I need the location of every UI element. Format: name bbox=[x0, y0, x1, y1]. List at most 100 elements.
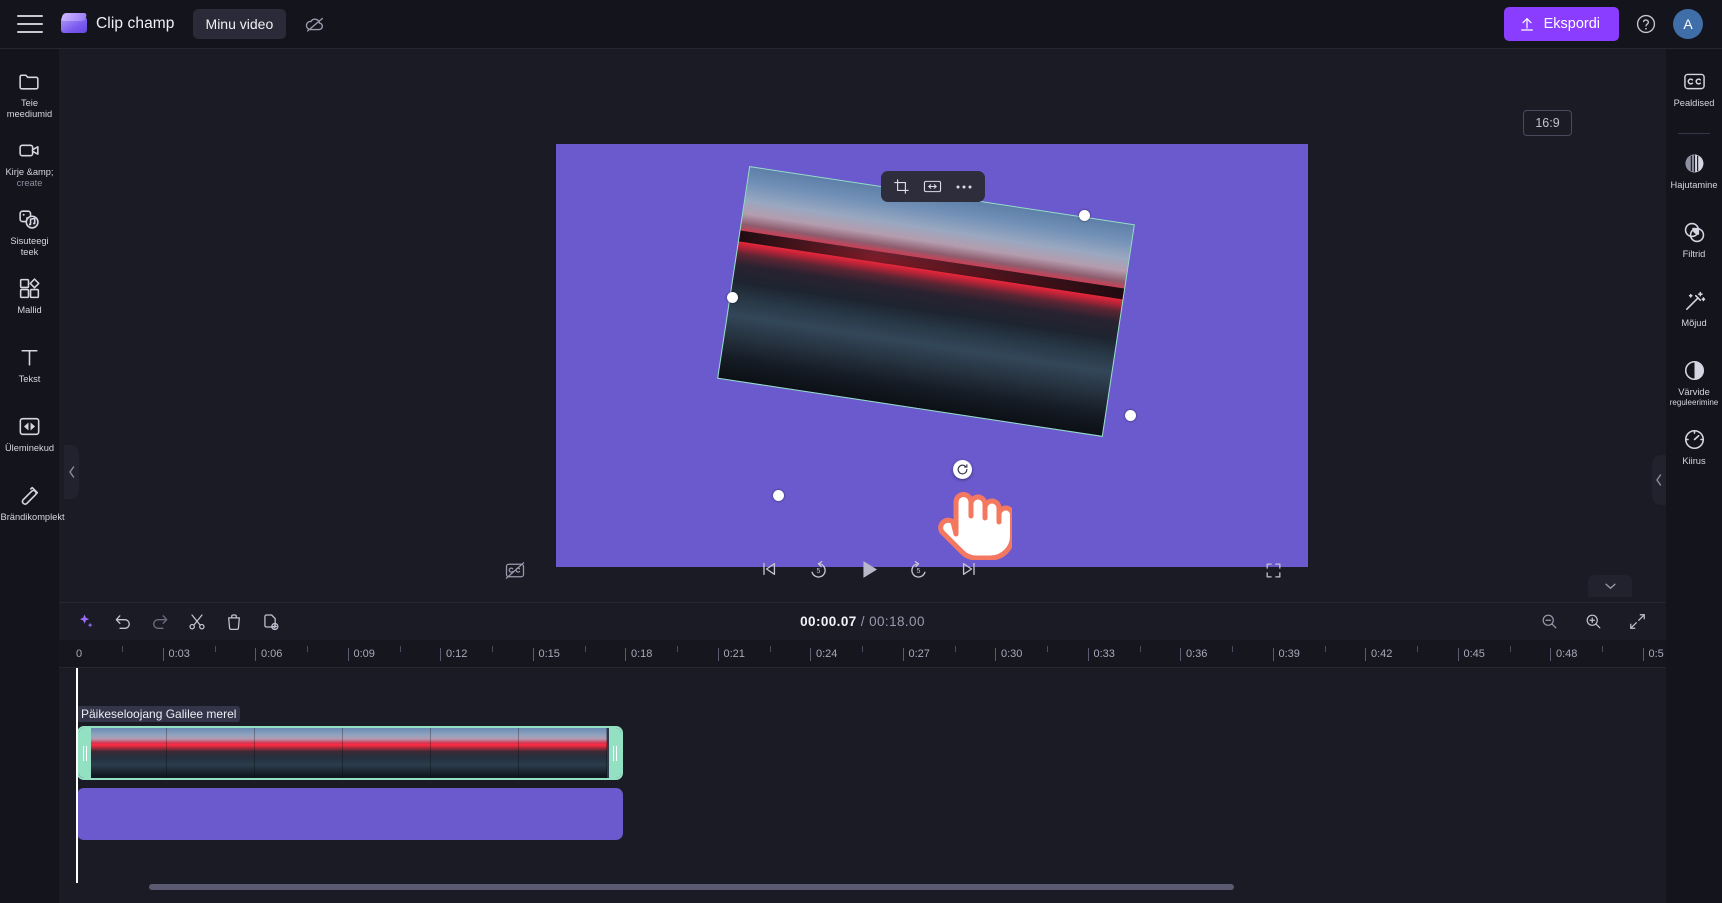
ruler-tick: 0:03 bbox=[162, 648, 190, 661]
help-button[interactable] bbox=[1633, 11, 1659, 37]
rotate-handle[interactable] bbox=[953, 460, 972, 479]
playback-controls: 5 5 bbox=[755, 555, 983, 583]
skip-to-start-icon bbox=[762, 562, 775, 576]
rewind-5-seconds-button[interactable]: 5 bbox=[805, 555, 833, 583]
timeline-toolbar: 00:00.07 / 00:18.00 bbox=[59, 602, 1666, 640]
sunset-photo bbox=[717, 166, 1135, 437]
clip-thumbnail bbox=[79, 728, 167, 778]
sidebar-item-record-create[interactable]: Kirje &amp; create bbox=[0, 130, 59, 192]
fade-icon bbox=[1682, 150, 1707, 176]
split-button[interactable] bbox=[184, 609, 210, 635]
resize-handle-top-left[interactable] bbox=[727, 292, 738, 303]
trim-handle-left[interactable] bbox=[79, 728, 91, 778]
fit-timeline-button[interactable] bbox=[1624, 609, 1650, 635]
timeline-scrollbar-thumb[interactable] bbox=[149, 884, 1234, 890]
resize-handle-top-right[interactable] bbox=[1079, 210, 1090, 221]
chevron-left-icon bbox=[68, 466, 74, 478]
ruler-tick: 0:15 bbox=[532, 648, 560, 661]
captions-toggle-button[interactable] bbox=[501, 557, 529, 583]
trim-handle-right[interactable] bbox=[609, 728, 621, 778]
skip-to-end-button[interactable] bbox=[955, 555, 983, 583]
fullscreen-button[interactable] bbox=[1260, 557, 1286, 583]
resize-handle-bottom-left[interactable] bbox=[773, 490, 784, 501]
playback-bar: 5 5 bbox=[71, 545, 1666, 601]
sidebar-item-label: Kirje &amp; bbox=[5, 167, 54, 177]
ruler-tick: 0:36 bbox=[1180, 648, 1207, 661]
crop-button[interactable] bbox=[889, 175, 915, 199]
sidebar-item-label: Värvide bbox=[1678, 387, 1710, 397]
sidebar-item-label-2: reguleerimine bbox=[1669, 397, 1719, 407]
ruler-minor-tick bbox=[584, 646, 586, 652]
clip-thumbnail bbox=[167, 728, 255, 778]
export-button[interactable]: Ekspordi bbox=[1503, 7, 1619, 41]
sidebar-item-label: Tekst bbox=[18, 374, 41, 384]
ruler-tick: 0:30 bbox=[995, 648, 1022, 661]
sidebar-item-filters[interactable]: Filtrid bbox=[1666, 212, 1722, 274]
hamburger-icon[interactable] bbox=[17, 15, 43, 33]
sidebar-item-color-adjustment[interactable]: Värvide reguleerimine bbox=[1666, 350, 1722, 412]
forward-5-seconds-button[interactable]: 5 bbox=[905, 555, 933, 583]
ruler-tick: 0:45 bbox=[1457, 648, 1485, 661]
skip-to-end-icon bbox=[962, 562, 975, 576]
right-panel-collapse-handle[interactable] bbox=[1652, 455, 1666, 505]
timeline-ruler[interactable]: 0 0:03 0:06 0:09 0:12 0:15 0:18 0:21 0:24 0:27 0:3… bbox=[59, 640, 1722, 668]
avatar[interactable]: A bbox=[1673, 9, 1703, 39]
ruler-tick: 0:18 bbox=[625, 648, 652, 661]
ruler-minor-tick bbox=[214, 646, 216, 652]
redo-button[interactable] bbox=[147, 609, 173, 635]
sidebar-item-text[interactable]: Tekst bbox=[0, 337, 59, 399]
folder-icon bbox=[17, 68, 42, 94]
skip-to-start-button[interactable] bbox=[755, 555, 783, 583]
timeline-panel-toggle[interactable] bbox=[1588, 575, 1632, 597]
zoom-in-button[interactable] bbox=[1580, 609, 1606, 635]
brand-home-link[interactable]: Clip champ bbox=[60, 13, 175, 35]
fit-button[interactable] bbox=[920, 175, 946, 199]
fit-width-icon bbox=[924, 180, 942, 193]
aspect-ratio-button[interactable]: 16:9 bbox=[1523, 110, 1572, 136]
sidebar-item-content-library[interactable]: Sisuteegi teek bbox=[0, 199, 59, 261]
sidebar-item-label: Pealdised bbox=[1673, 98, 1715, 108]
play-icon bbox=[863, 560, 878, 578]
more-horizontal-icon bbox=[956, 185, 972, 188]
sidebar-item-label: Hajutamine bbox=[1670, 180, 1718, 190]
left-panel-collapse-handle[interactable] bbox=[64, 445, 79, 499]
video-canvas[interactable] bbox=[556, 144, 1308, 567]
more-options-button[interactable] bbox=[951, 175, 977, 199]
zoom-in-icon bbox=[1586, 614, 1600, 629]
sidebar-item-transitions[interactable]: Üleminekud bbox=[0, 406, 59, 468]
playhead[interactable] bbox=[76, 668, 78, 883]
duplicate-button[interactable] bbox=[258, 609, 284, 635]
sidebar-item-effects[interactable]: Mõjud bbox=[1666, 281, 1722, 343]
sidebar-item-brand-kit[interactable]: Brändikomplekt bbox=[0, 475, 65, 537]
ruler-minor-tick bbox=[1324, 646, 1326, 652]
ruler-tick: 0:21 bbox=[717, 648, 745, 661]
project-name-button[interactable]: Minu video bbox=[192, 9, 287, 39]
ruler-minor-tick bbox=[677, 646, 679, 652]
sidebar-item-fade[interactable]: Hajutamine bbox=[1666, 143, 1722, 205]
undo-button[interactable] bbox=[110, 609, 136, 635]
resize-handle-bottom-right[interactable] bbox=[1125, 410, 1136, 421]
brand-kit-icon bbox=[17, 482, 42, 508]
selected-media-frame[interactable] bbox=[717, 166, 1135, 437]
sidebar-item-speed[interactable]: Kiirus bbox=[1666, 419, 1722, 481]
delete-button[interactable] bbox=[221, 609, 247, 635]
duplicate-icon bbox=[264, 613, 279, 630]
sidebar-item-captions[interactable]: Pealdised bbox=[1666, 61, 1722, 123]
timeline-tracks[interactable]: Päikeseloojang Galilee merel bbox=[59, 668, 1722, 883]
play-button[interactable] bbox=[855, 555, 883, 583]
sidebar-item-label-2: teek bbox=[20, 246, 39, 257]
timeline-zoom-controls bbox=[1536, 609, 1650, 635]
table-row[interactable] bbox=[77, 726, 623, 780]
audio-clip[interactable] bbox=[77, 788, 623, 840]
preview-stage: 16:9 bbox=[71, 49, 1666, 609]
sidebar-item-templates[interactable]: Mallid bbox=[0, 268, 59, 330]
ruler-minor-tick bbox=[1047, 646, 1049, 652]
ruler-tick: 0:06 bbox=[255, 648, 282, 661]
cloud-off-icon[interactable] bbox=[298, 9, 332, 39]
sidebar-item-your-media[interactable]: Teie meediumid bbox=[0, 61, 59, 123]
timeline-scrollbar-track[interactable] bbox=[59, 884, 1722, 897]
content-library-icon bbox=[17, 206, 42, 232]
sidebar-item-label: Filtrid bbox=[1682, 249, 1706, 259]
zoom-out-button[interactable] bbox=[1536, 609, 1562, 635]
ai-tools-button[interactable] bbox=[73, 609, 99, 635]
